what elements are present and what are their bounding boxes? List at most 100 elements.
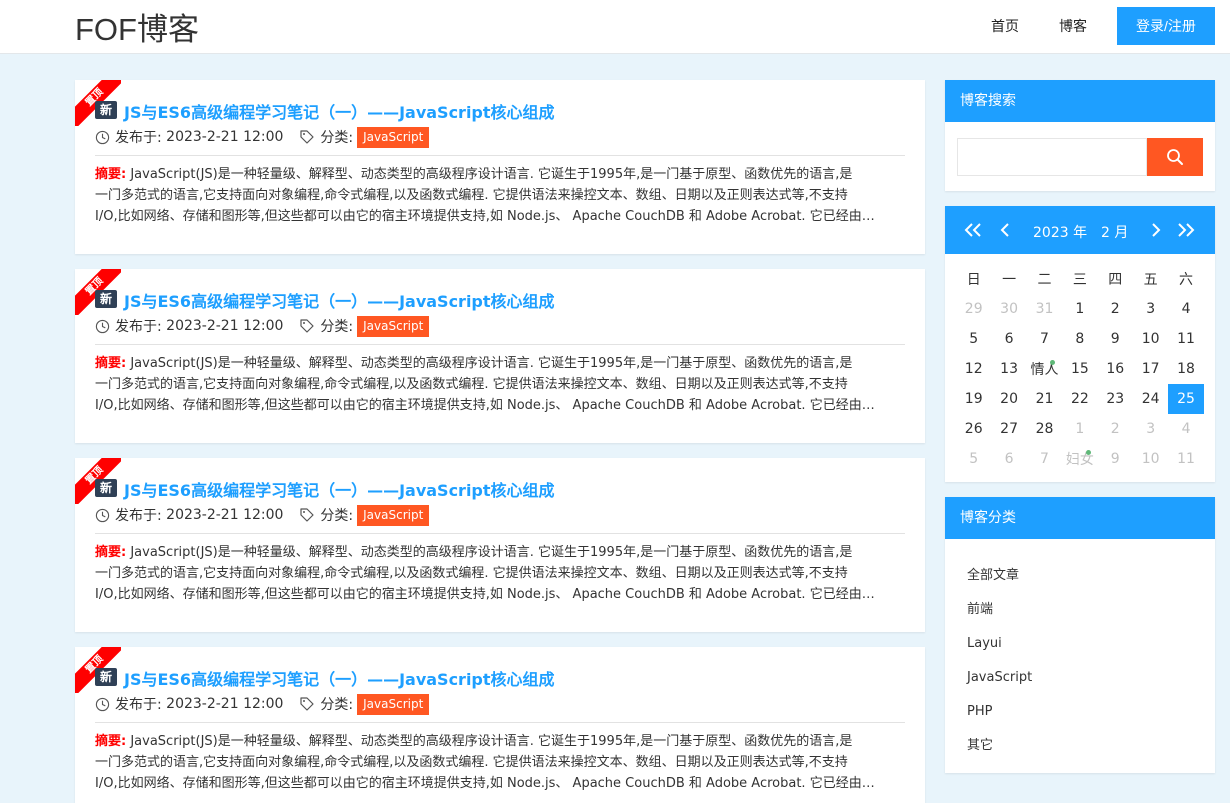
calendar-day[interactable]: 1 xyxy=(1062,294,1097,324)
calendar-day-label: 10 xyxy=(1141,331,1160,347)
calendar-day[interactable]: 11 xyxy=(1168,324,1203,354)
calendar-day[interactable]: 12 xyxy=(956,354,991,384)
calendar-day[interactable]: 4 xyxy=(1168,294,1203,324)
post-title-link[interactable]: JS与ES6高级编程学习笔记（一）——JavaScript核心组成 xyxy=(124,477,555,501)
post-title-link[interactable]: JS与ES6高级编程学习笔记（一）——JavaScript核心组成 xyxy=(124,666,555,690)
calendar-day-label: 11 xyxy=(1177,451,1195,467)
next-month-button[interactable] xyxy=(1144,218,1168,242)
post-card: 置顶 新 JS与ES6高级编程学习笔记（一）——JavaScript核心组成 发… xyxy=(75,647,925,803)
calendar-day[interactable]: 30 xyxy=(991,294,1026,324)
calendar-day[interactable]: 妇女 xyxy=(1062,444,1097,474)
weekday-row: 日一二三四五六 xyxy=(956,264,1204,294)
summary-line: 摘要: JavaScript(JS)是一种轻量级、解释型、动态类型的高级程序设计… xyxy=(95,731,905,752)
calendar-day[interactable]: 1 xyxy=(1062,414,1097,444)
calendar-day[interactable]: 20 xyxy=(991,384,1026,414)
post-title-link[interactable]: JS与ES6高级编程学习笔记（一）——JavaScript核心组成 xyxy=(124,99,555,123)
calendar-day[interactable]: 5 xyxy=(956,444,991,474)
chevron-right-icon xyxy=(1152,223,1161,237)
calendar-day[interactable]: 2 xyxy=(1098,414,1133,444)
post-category-tag[interactable]: JavaScript xyxy=(357,693,430,715)
category-card-title: 博客分类 xyxy=(945,497,1215,539)
calendar-day[interactable]: 7 xyxy=(1027,324,1062,354)
calendar-day[interactable]: 18 xyxy=(1168,354,1203,384)
calendar-day[interactable]: 27 xyxy=(991,414,1026,444)
site-logo[interactable]: FOF博客 xyxy=(75,4,199,49)
nav-home-link[interactable]: 首页 xyxy=(991,16,1019,36)
calendar-year[interactable]: 2023 年 xyxy=(1033,222,1087,242)
calendar-day[interactable]: 9 xyxy=(1098,444,1133,474)
summary-line: I/O,比如网络、存储和图形等,但这些都可以由它的宿主环境提供支持,如 Node… xyxy=(95,398,875,413)
calendar-week-row: 19 20 21 22 23 24 25 xyxy=(956,384,1204,414)
category-item[interactable]: 其它 xyxy=(967,729,1215,763)
calendar-day[interactable]: 11 xyxy=(1168,444,1203,474)
calendar-day[interactable]: 情人 xyxy=(1027,354,1062,384)
calendar-day[interactable]: 23 xyxy=(1098,384,1133,414)
calendar-day[interactable]: 29 xyxy=(956,294,991,324)
calendar-day[interactable]: 26 xyxy=(956,414,991,444)
calendar-day-label: 28 xyxy=(1035,421,1054,437)
search-button[interactable] xyxy=(1147,138,1203,176)
calendar-month[interactable]: 2 月 xyxy=(1101,222,1128,242)
calendar-day[interactable]: 5 xyxy=(956,324,991,354)
post-category-tag[interactable]: JavaScript xyxy=(357,315,430,337)
category-item[interactable]: 全部文章 xyxy=(967,559,1215,593)
category-item[interactable]: 前端 xyxy=(967,593,1215,627)
calendar-day[interactable]: 13 xyxy=(991,354,1026,384)
calendar-day-label: 9 xyxy=(1110,331,1120,347)
post-date-label: 发布于: xyxy=(115,319,162,335)
weekday-label: 五 xyxy=(1143,272,1158,288)
clock-icon xyxy=(95,130,110,144)
post-category-label: 分类: xyxy=(320,508,354,524)
calendar-day[interactable]: 3 xyxy=(1133,294,1168,324)
calendar-day[interactable]: 15 xyxy=(1062,354,1097,384)
next-year-button[interactable] xyxy=(1174,218,1198,242)
calendar-week-row: 5 6 7 妇女 9 10 11 xyxy=(956,444,1204,474)
calendar-day[interactable]: 28 xyxy=(1027,414,1062,444)
calendar-day[interactable]: 7 xyxy=(1027,444,1062,474)
calendar-day[interactable]: 2 xyxy=(1098,294,1133,324)
category-item[interactable]: Layui xyxy=(967,627,1215,661)
calendar-day-label: 24 xyxy=(1141,391,1160,407)
login-register-button[interactable]: 登录/注册 xyxy=(1117,7,1215,45)
clock-icon xyxy=(95,697,110,711)
calendar-day-selected[interactable]: 25 xyxy=(1168,384,1204,414)
post-category-label: 分类: xyxy=(320,697,354,713)
summary-line: 摘要: JavaScript(JS)是一种轻量级、解释型、动态类型的高级程序设计… xyxy=(95,542,905,563)
summary-text: JavaScript(JS)是一种轻量级、解释型、动态类型的高级程序设计语言. … xyxy=(130,356,853,371)
nav-blog-link[interactable]: 博客 xyxy=(1059,16,1087,36)
calendar-day[interactable]: 8 xyxy=(1062,324,1097,354)
calendar-card: 2023 年 2 月 日一二三四五六 29 30 31 1 2 3 4 5 6 7 8 9 10 11 12 1… xyxy=(945,206,1215,482)
summary-line: 一门多范式的语言,它支持面向对象编程,命令式编程,以及函数式编程. 它提供语法来… xyxy=(95,566,848,581)
post-category-tag[interactable]: JavaScript xyxy=(357,504,430,526)
calendar-day[interactable]: 3 xyxy=(1133,414,1168,444)
prev-year-button[interactable] xyxy=(961,218,985,242)
calendar-day[interactable]: 16 xyxy=(1098,354,1133,384)
calendar-day[interactable]: 24 xyxy=(1133,384,1168,414)
prev-month-button[interactable] xyxy=(993,218,1017,242)
calendar-day[interactable]: 10 xyxy=(1133,444,1168,474)
calendar-day[interactable]: 21 xyxy=(1027,384,1062,414)
calendar-day[interactable]: 31 xyxy=(1027,294,1062,324)
post-card: 置顶 新 JS与ES6高级编程学习笔记（一）——JavaScript核心组成 发… xyxy=(75,269,925,443)
post-title-link[interactable]: JS与ES6高级编程学习笔记（一）——JavaScript核心组成 xyxy=(124,288,555,312)
calendar-day-label: 19 xyxy=(964,391,983,407)
calendar-day-label: 16 xyxy=(1106,361,1125,377)
calendar-day[interactable]: 4 xyxy=(1168,414,1203,444)
post-category-tag[interactable]: JavaScript xyxy=(357,126,430,148)
calendar-day[interactable]: 9 xyxy=(1098,324,1133,354)
calendar-day[interactable]: 6 xyxy=(991,324,1026,354)
calendar-day[interactable]: 6 xyxy=(991,444,1026,474)
calendar-day[interactable]: 19 xyxy=(956,384,991,414)
event-dot xyxy=(1085,450,1091,455)
calendar-week-row: 12 13 情人 15 16 17 18 xyxy=(956,354,1204,384)
category-item[interactable]: PHP xyxy=(967,695,1215,729)
post-meta: 发布于: 2023-2-21 12:00 分类: JavaScript xyxy=(95,504,430,526)
weekday-label: 二 xyxy=(1037,272,1052,288)
category-item[interactable]: JavaScript xyxy=(967,661,1215,695)
post-summary: 摘要: JavaScript(JS)是一种轻量级、解释型、动态类型的高级程序设计… xyxy=(95,731,905,794)
calendar-day[interactable]: 22 xyxy=(1062,384,1097,414)
search-input[interactable] xyxy=(957,138,1147,176)
calendar-day[interactable]: 10 xyxy=(1133,324,1168,354)
calendar-day[interactable]: 17 xyxy=(1133,354,1168,384)
calendar-day-label: 31 xyxy=(1035,301,1054,317)
